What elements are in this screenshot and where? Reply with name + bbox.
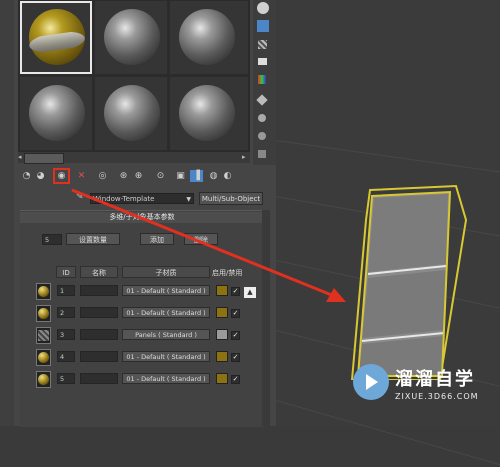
logo-name: 溜溜自学 bbox=[395, 369, 475, 390]
watermark-logo: 溜溜自学 ZIXUE.3D66.COM bbox=[353, 362, 500, 410]
logo-url: ZIXUE.3D66.COM bbox=[395, 392, 479, 401]
play-logo-icon bbox=[353, 364, 389, 400]
